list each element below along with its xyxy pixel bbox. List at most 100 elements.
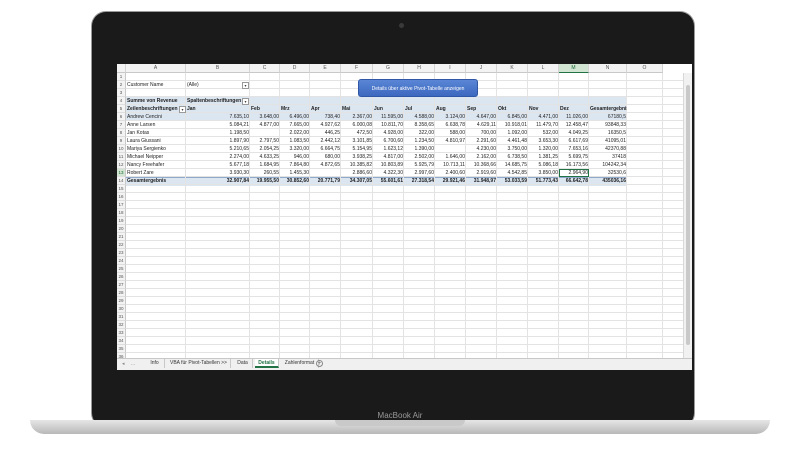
revenue-cell[interactable]: 4.629,11 (466, 121, 497, 129)
month-header[interactable]: Nov (528, 105, 559, 113)
customer-name[interactable]: Anne Larsen (126, 121, 186, 129)
row-header-19[interactable]: 19 (117, 217, 126, 225)
pivot-columns-label[interactable]: Spaltenbeschriftungen (186, 97, 250, 105)
row-header-31[interactable]: 31 (117, 313, 126, 321)
row-header-5[interactable]: 5 (117, 105, 126, 113)
row-header-18[interactable]: 18 (117, 209, 126, 217)
revenue-cell[interactable]: 5.925,79 (404, 161, 435, 169)
row-header-30[interactable]: 30 (117, 305, 126, 313)
row-header-8[interactable]: 8 (117, 129, 126, 137)
revenue-cell[interactable]: 2.162,00 (466, 153, 497, 161)
row-filter-icon[interactable]: ▾ (179, 106, 186, 113)
row-header-28[interactable]: 28 (117, 289, 126, 297)
column-header-H[interactable]: H (404, 64, 435, 73)
row-header-21[interactable]: 21 (117, 233, 126, 241)
select-all-corner[interactable] (117, 64, 126, 73)
sheet-tab-vba-f-r-pivot-tabellen[interactable]: VBA für Pivot-Tabellen >> (167, 359, 231, 368)
revenue-cell[interactable]: 946,00 (280, 153, 310, 161)
revenue-cell[interactable]: 11.479,70 (528, 121, 559, 129)
row-header-32[interactable]: 32 (117, 321, 126, 329)
row-header-10[interactable]: 10 (117, 145, 126, 153)
month-total-cell[interactable]: 31.948,97 (466, 177, 497, 185)
revenue-cell[interactable]: 3.101,85 (341, 137, 373, 145)
row-header-4[interactable]: 4 (117, 97, 126, 105)
column-header-K[interactable]: K (497, 64, 528, 73)
revenue-cell[interactable]: 1.646,00 (435, 153, 466, 161)
row-header-3[interactable]: 3 (117, 89, 126, 97)
revenue-cell[interactable]: 738,40 (310, 113, 341, 121)
column-header-C[interactable]: C (250, 64, 280, 73)
revenue-cell[interactable]: 5.086,18 (528, 161, 559, 169)
revenue-cell[interactable]: 4.633,25 (250, 153, 280, 161)
row-header-14[interactable]: 14 (117, 177, 126, 185)
row-header-24[interactable]: 24 (117, 257, 126, 265)
pivot-values-label[interactable]: Summe von Revenue (126, 97, 186, 105)
row-total-cell[interactable]: 93848,33 (589, 121, 627, 129)
month-total-cell[interactable]: 30.852,60 (280, 177, 310, 185)
column-header-M[interactable]: M (559, 64, 589, 73)
revenue-cell[interactable]: 11.595,00 (373, 113, 404, 121)
revenue-cell[interactable]: 588,00 (435, 129, 466, 137)
revenue-cell[interactable]: 4.471,00 (528, 113, 559, 121)
revenue-cell[interactable]: 3.750,00 (497, 145, 528, 153)
revenue-cell[interactable]: 446,25 (310, 129, 341, 137)
row-header-12[interactable]: 12 (117, 161, 126, 169)
column-header-L[interactable]: L (528, 64, 559, 73)
revenue-cell[interactable] (250, 129, 280, 137)
customer-name[interactable]: Michael Neipper (126, 153, 186, 161)
row-total-cell[interactable]: 16350,5 (589, 129, 627, 137)
revenue-cell[interactable]: 322,00 (404, 129, 435, 137)
revenue-cell[interactable]: 5.084,21 (186, 121, 250, 129)
row-total-cell[interactable]: 32530,6 (589, 169, 627, 177)
revenue-cell[interactable]: 472,50 (341, 129, 373, 137)
column-header-E[interactable]: E (310, 64, 341, 73)
revenue-cell[interactable]: 1.198,50 (186, 129, 250, 137)
revenue-cell[interactable]: 2.997,60 (404, 169, 435, 177)
revenue-cell[interactable]: 260,55 (250, 169, 280, 177)
revenue-cell[interactable]: 2.054,25 (250, 145, 280, 153)
revenue-cell[interactable]: 2.022,00 (280, 129, 310, 137)
revenue-cell[interactable]: 4.810,97 (435, 137, 466, 145)
revenue-cell[interactable]: 2.274,00 (186, 153, 250, 161)
revenue-cell[interactable]: 4.817,00 (373, 153, 404, 161)
row-header-9[interactable]: 9 (117, 137, 126, 145)
revenue-cell[interactable]: 3.648,00 (250, 113, 280, 121)
month-header[interactable]: Sep (466, 105, 497, 113)
month-header[interactable]: Mrz (280, 105, 310, 113)
add-sheet-icon[interactable]: + (316, 360, 323, 367)
revenue-cell[interactable]: 10.811,70 (373, 121, 404, 129)
month-total-cell[interactable]: 19.955,50 (250, 177, 280, 185)
revenue-cell[interactable]: 532,00 (528, 129, 559, 137)
column-header-O[interactable]: O (627, 64, 663, 73)
month-header[interactable]: Dez (559, 105, 589, 113)
customer-name[interactable]: Andrew Cencini (126, 113, 186, 121)
row-header-20[interactable]: 20 (117, 225, 126, 233)
revenue-cell[interactable]: 4.588,00 (404, 113, 435, 121)
month-header[interactable]: Aug (435, 105, 466, 113)
revenue-cell[interactable]: 2.797,50 (250, 137, 280, 145)
revenue-cell[interactable]: 6.000,08 (341, 121, 373, 129)
revenue-cell[interactable]: 10.713,11 (435, 161, 466, 169)
show-pivot-details-button[interactable]: Details über aktive Pivot-Tabelle anzeig… (358, 79, 478, 97)
sheet-tab-zahlenformat[interactable]: Zahlenformat (281, 359, 319, 368)
revenue-cell[interactable]: 4.322,30 (373, 169, 404, 177)
revenue-cell[interactable]: 2.919,60 (466, 169, 497, 177)
revenue-cell[interactable]: 7.864,80 (280, 161, 310, 169)
month-header[interactable]: Jan (186, 105, 250, 113)
column-header-I[interactable]: I (435, 64, 466, 73)
revenue-cell[interactable]: 1.455,30 (280, 169, 310, 177)
month-total-cell[interactable]: 29.921,46 (435, 177, 466, 185)
revenue-cell[interactable]: 1.381,25 (528, 153, 559, 161)
row-total-cell[interactable]: 104242,34 (589, 161, 627, 169)
month-header[interactable]: Apr (310, 105, 341, 113)
revenue-cell[interactable]: 10.803,89 (373, 161, 404, 169)
row-header-33[interactable]: 33 (117, 329, 126, 337)
revenue-cell[interactable]: 6.845,00 (497, 113, 528, 121)
revenue-cell[interactable]: 5.677,18 (186, 161, 250, 169)
revenue-cell[interactable]: 1.623,12 (373, 145, 404, 153)
revenue-cell[interactable]: 4.877,00 (250, 121, 280, 129)
row-header-25[interactable]: 25 (117, 265, 126, 273)
revenue-cell[interactable]: 6.738,50 (497, 153, 528, 161)
revenue-cell[interactable]: 6.617,69 (559, 137, 589, 145)
filter-dropdown-icon[interactable]: ▾ (242, 82, 249, 89)
